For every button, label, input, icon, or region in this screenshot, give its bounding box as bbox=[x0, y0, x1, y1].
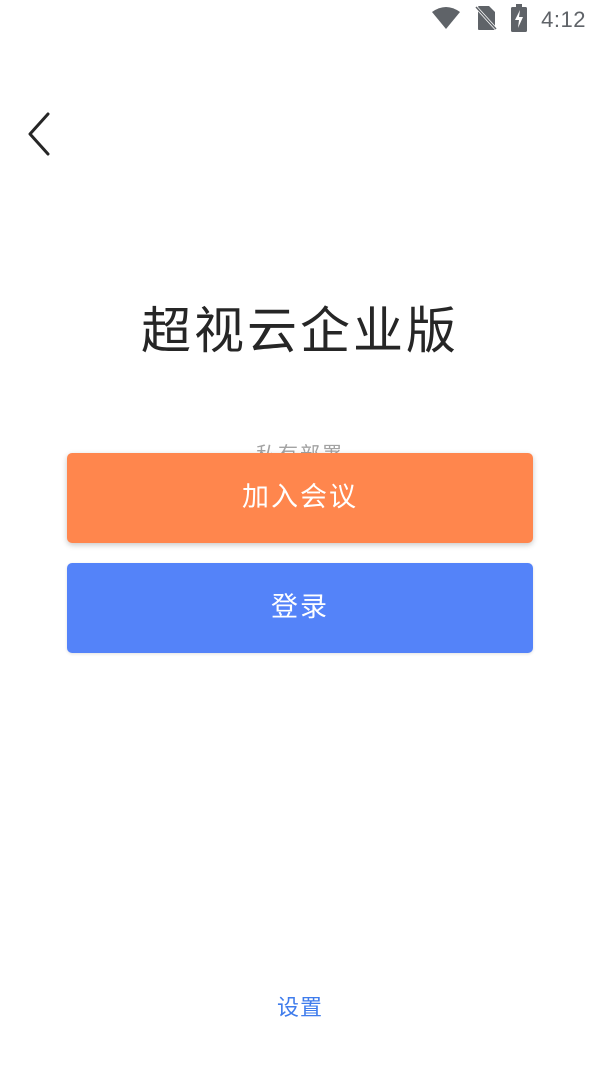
chevron-left-icon bbox=[22, 112, 62, 164]
join-meeting-button[interactable]: 加入会议 bbox=[67, 453, 533, 543]
settings-link[interactable]: 设置 bbox=[277, 996, 323, 1021]
status-time: 4:12 bbox=[541, 7, 586, 32]
screen: 4:12 超视云企业版 私有部署 加入会议 登录 设置 bbox=[0, 0, 600, 1066]
back-button[interactable] bbox=[22, 108, 62, 160]
app-title: 超视云企业版 bbox=[141, 302, 459, 360]
battery-charging-icon bbox=[511, 4, 528, 36]
no-sim-icon bbox=[475, 5, 498, 35]
wifi-icon bbox=[431, 6, 461, 34]
status-icons: 4:12 bbox=[431, 4, 586, 36]
settings-link-row: 设置 bbox=[0, 994, 600, 1024]
login-button[interactable]: 登录 bbox=[67, 563, 533, 653]
status-bar: 4:12 bbox=[0, 0, 600, 40]
